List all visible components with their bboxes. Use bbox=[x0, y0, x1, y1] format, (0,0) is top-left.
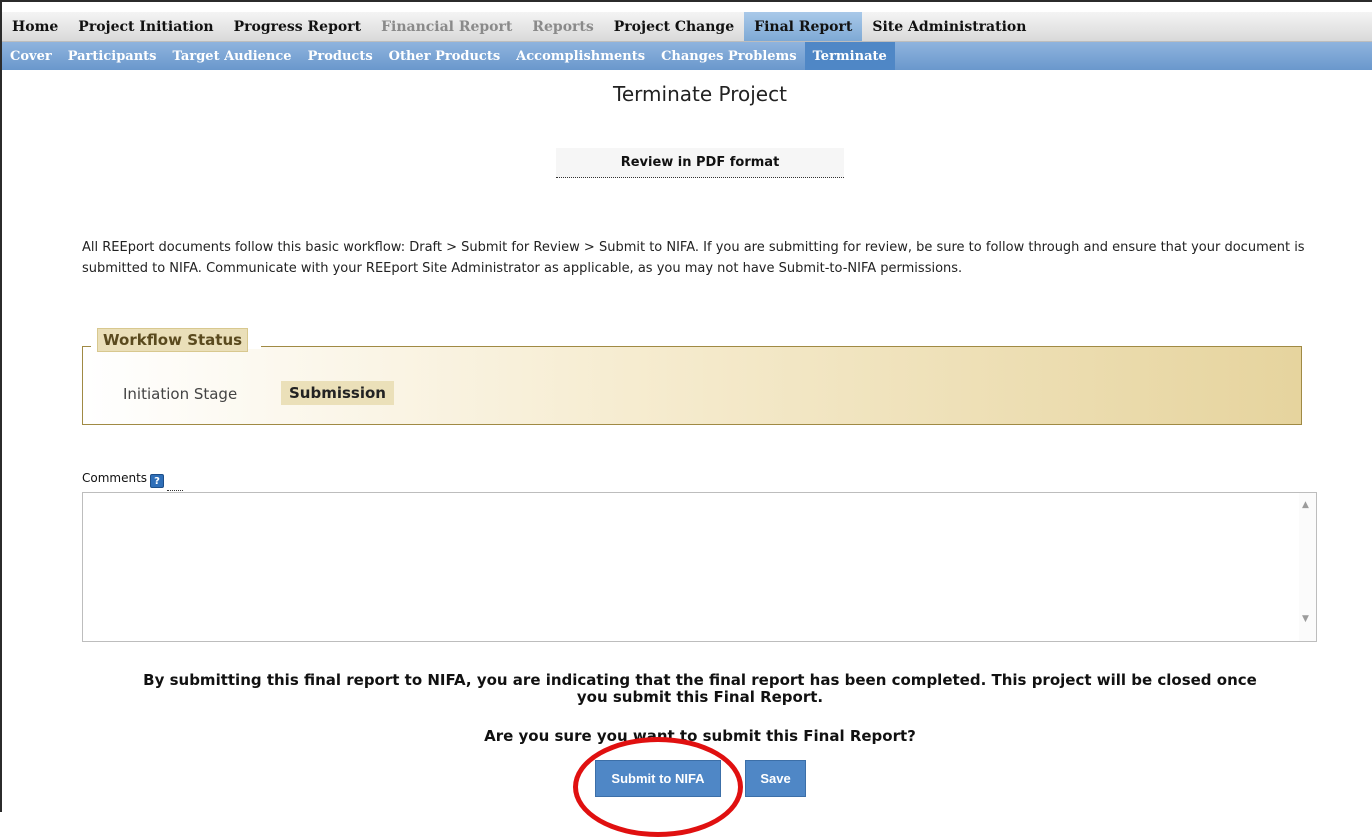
submit-to-nifa-button[interactable]: Submit to NIFA bbox=[595, 760, 721, 797]
nav-tab-site-administration[interactable]: Site Administration bbox=[862, 12, 1036, 41]
top-nav: Home Project Initiation Progress Report Fin… bbox=[2, 12, 1372, 42]
nav-tab-financial-report: Financial Report bbox=[381, 18, 513, 35]
submission-stage-badge: Submission bbox=[281, 381, 394, 405]
nav-tab-reports: Reports bbox=[532, 18, 594, 35]
subnav-tab-products[interactable]: Products bbox=[300, 42, 381, 70]
review-pdf-link[interactable]: Review in PDF format bbox=[556, 148, 844, 178]
comments-textarea[interactable] bbox=[82, 492, 1317, 642]
confirm-line-1: By submitting this final report to NIFA,… bbox=[143, 671, 1257, 689]
subnav-tab-changes-problems[interactable]: Changes Problems bbox=[653, 42, 805, 70]
subnav-tab-other-products[interactable]: Other Products bbox=[381, 42, 509, 70]
nav-tab-project-initiation[interactable]: Project Initiation bbox=[68, 12, 223, 41]
page-title: Terminate Project bbox=[613, 82, 787, 106]
nav-tab-final-report[interactable]: Final Report bbox=[744, 12, 863, 41]
sub-nav: Cover Participants Target Audience Products… bbox=[2, 42, 1372, 70]
workflow-status-legend: Workflow Status bbox=[97, 328, 249, 352]
confirm-question: Are you sure you want to submit this Fin… bbox=[484, 727, 916, 745]
nav-tab-progress-report[interactable]: Progress Report bbox=[224, 12, 371, 41]
workflow-intro-text: All REEport documents follow this basic … bbox=[82, 240, 1305, 276]
subnav-tab-accomplishments[interactable]: Accomplishments bbox=[508, 42, 653, 70]
help-underline bbox=[167, 490, 183, 491]
subnav-tab-participants[interactable]: Participants bbox=[60, 42, 165, 70]
workflow-status-panel: Workflow Status Initiation Stage Submiss… bbox=[82, 328, 1302, 425]
comments-label-text: Comments bbox=[82, 471, 148, 485]
confirm-statement: By submitting this final report to NIFA,… bbox=[60, 672, 1340, 706]
nav-tab-home[interactable]: Home bbox=[2, 12, 68, 41]
save-button[interactable]: Save bbox=[745, 760, 806, 797]
subnav-tab-terminate[interactable]: Terminate bbox=[804, 42, 895, 70]
initiation-stage-label: Initiation Stage bbox=[123, 385, 238, 403]
confirm-line-2: you submit this Final Report. bbox=[576, 688, 824, 706]
nav-tab-project-change[interactable]: Project Change bbox=[604, 12, 744, 41]
comments-label: Comments? bbox=[82, 471, 165, 488]
scroll-up-icon[interactable]: ▲ bbox=[1302, 500, 1309, 510]
subnav-tab-cover[interactable]: Cover bbox=[2, 42, 60, 70]
scroll-down-icon[interactable]: ▼ bbox=[1302, 614, 1309, 624]
subnav-tab-target-audience[interactable]: Target Audience bbox=[165, 42, 300, 70]
help-icon[interactable]: ? bbox=[150, 474, 165, 488]
